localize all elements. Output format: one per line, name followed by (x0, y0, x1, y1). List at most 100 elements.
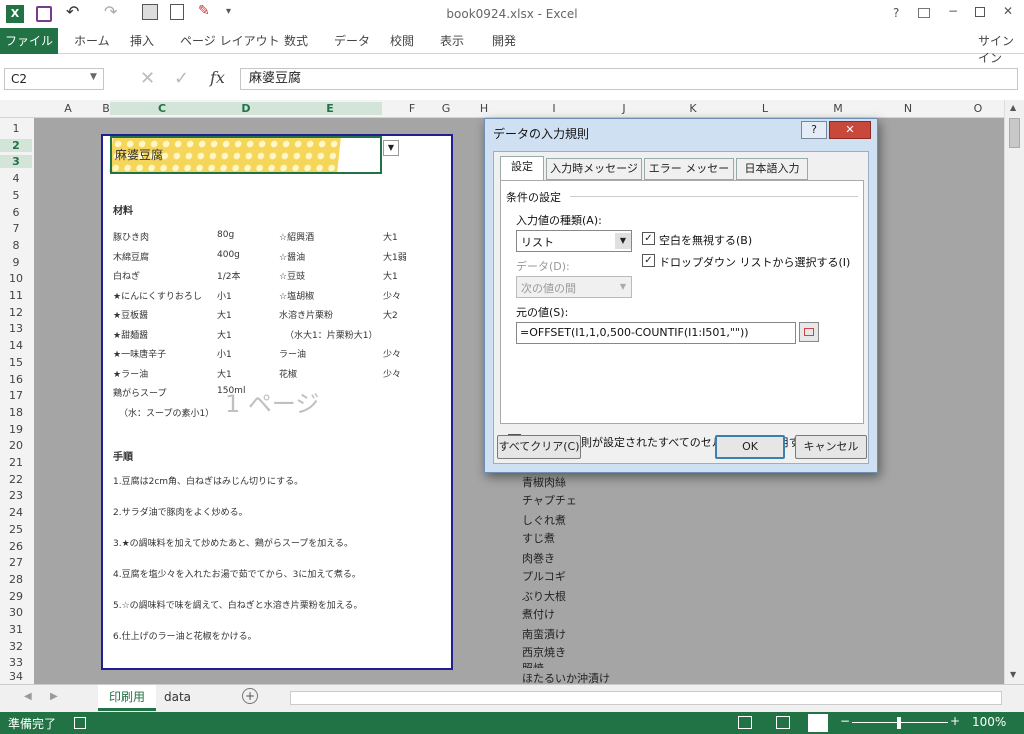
row-header[interactable]: 24 (0, 506, 32, 519)
row-header[interactable]: 23 (0, 489, 32, 502)
macro-record-icon[interactable] (74, 717, 86, 729)
row-header[interactable]: 34 (0, 670, 32, 683)
column-header[interactable]: I (546, 102, 562, 115)
row-header[interactable]: 9 (0, 256, 32, 269)
ok-button[interactable]: OK (715, 435, 785, 459)
row-header[interactable]: 20 (0, 439, 32, 452)
row-header[interactable]: 15 (0, 356, 32, 369)
sheet-tab-data[interactable]: data (164, 690, 191, 704)
column-header[interactable]: H (476, 102, 492, 115)
maximize-button[interactable] (975, 7, 985, 17)
horizontal-scrollbar[interactable] (290, 691, 1002, 705)
list-item[interactable]: 青椒肉絲 (522, 474, 566, 490)
dialog-help-button[interactable]: ? (801, 121, 827, 139)
scroll-up-icon[interactable]: ▲ (1010, 103, 1016, 112)
list-item[interactable]: チャプチェ (522, 492, 577, 508)
scroll-down-icon[interactable]: ▼ (1010, 670, 1016, 679)
row-header[interactable]: 25 (0, 523, 32, 536)
list-item[interactable]: しぐれ煮 (522, 512, 566, 528)
dialog-close-button[interactable]: ✕ (829, 121, 871, 139)
sheet-tab-print[interactable]: 印刷用 (98, 685, 156, 711)
row-header[interactable]: 14 (0, 339, 32, 352)
column-header[interactable]: D (214, 102, 278, 115)
row-header[interactable]: 13 (0, 322, 32, 335)
row-header[interactable]: 16 (0, 373, 32, 386)
prev-sheet-icon[interactable]: ◀ (24, 691, 32, 702)
row-header[interactable]: 28 (0, 573, 32, 586)
cancel-button[interactable]: キャンセル (795, 435, 867, 459)
row-header[interactable]: 29 (0, 590, 32, 603)
list-item[interactable]: 肉巻き (522, 550, 555, 566)
row-header[interactable]: 33 (0, 656, 32, 669)
column-header[interactable]: A (60, 102, 76, 115)
column-header[interactable]: K (685, 102, 701, 115)
page-layout-view-icon[interactable] (776, 716, 790, 729)
row-header[interactable]: 27 (0, 556, 32, 569)
tab-page-layout[interactable]: ページ レイアウト (180, 32, 280, 49)
insert-function-icon[interactable]: fx (210, 68, 225, 87)
signin-link[interactable]: サインイン (978, 32, 1024, 66)
column-header[interactable]: F (404, 102, 420, 115)
confirm-entry-icon[interactable]: ✓ (174, 68, 189, 89)
row-header[interactable]: 31 (0, 623, 32, 636)
print-page[interactable]: 麻婆豆腐 ▼ 材料 豚ひき肉 80g ☆紹興酒 大1 木綿豆腐 400g ☆醤油 大1弱 白ねぎ… (101, 134, 453, 670)
namebox-dropdown-icon[interactable]: ▼ (90, 72, 97, 82)
row-header[interactable]: 1 (0, 122, 32, 135)
row-header[interactable]: 12 (0, 306, 32, 319)
row-header[interactable]: 19 (0, 423, 32, 436)
row-header[interactable]: 10 (0, 272, 32, 285)
scroll-thumb[interactable] (1009, 118, 1020, 148)
row-header[interactable]: 4 (0, 172, 32, 185)
type-select[interactable]: リスト ▼ (516, 230, 632, 252)
column-header[interactable]: J (616, 102, 632, 115)
source-input[interactable]: =OFFSET(I1,1,0,500-COUNTIF(I1:I501,"")) (516, 322, 796, 344)
row-header[interactable]: 26 (0, 540, 32, 553)
chevron-down-icon[interactable]: ▼ (615, 233, 631, 249)
row-header[interactable]: 11 (0, 289, 32, 302)
zoom-level[interactable]: 100% (972, 715, 1006, 729)
row-header[interactable]: 21 (0, 456, 32, 469)
row-header[interactable]: 17 (0, 389, 32, 402)
row-header[interactable]: 2 (0, 138, 32, 152)
ignore-blank-checkbox[interactable]: ✓ (642, 232, 655, 245)
minimize-button[interactable]: − (948, 4, 958, 18)
tab-error-message[interactable]: エラー メッセージ (644, 158, 734, 195)
row-header[interactable]: 22 (0, 473, 32, 486)
list-item[interactable]: すじ煮 (522, 530, 555, 546)
tab-formulas[interactable]: 数式 (284, 32, 308, 49)
list-item[interactable]: 煮付け (522, 606, 555, 622)
list-item[interactable]: 西京焼き (522, 644, 566, 660)
column-header[interactable]: L (757, 102, 773, 115)
column-header[interactable]: O (970, 102, 986, 115)
column-header[interactable]: M (830, 102, 846, 115)
column-header[interactable]: C (110, 102, 214, 115)
list-item[interactable]: プルコギ (522, 568, 566, 584)
zoom-out-icon[interactable]: − (840, 714, 850, 728)
tab-view[interactable]: 表示 (440, 32, 464, 49)
cell-dropdown-button[interactable]: ▼ (383, 140, 399, 156)
vertical-scrollbar[interactable]: ▲ ▼ (1004, 100, 1024, 684)
row-header[interactable]: 3 (0, 155, 32, 169)
tab-home[interactable]: ホーム (74, 32, 110, 49)
page-break-view-icon[interactable] (808, 714, 828, 732)
tab-input-message[interactable]: 入力時メッセージ (546, 158, 642, 180)
row-header[interactable]: 30 (0, 606, 32, 619)
help-button[interactable]: ? (893, 6, 899, 20)
row-header[interactable]: 32 (0, 640, 32, 653)
zoom-in-icon[interactable]: + (950, 714, 960, 728)
formula-input[interactable]: 麻婆豆腐 (240, 68, 1018, 90)
tab-data[interactable]: データ (334, 32, 370, 49)
row-header[interactable]: 5 (0, 189, 32, 202)
tab-review[interactable]: 校閲 (390, 32, 414, 49)
zoom-slider-thumb[interactable] (897, 717, 901, 729)
row-header[interactable]: 6 (0, 206, 32, 219)
row-header[interactable]: 8 (0, 239, 32, 252)
column-header[interactable]: G (438, 102, 454, 115)
normal-view-icon[interactable] (738, 716, 752, 729)
cancel-entry-icon[interactable]: ✕ (140, 68, 155, 89)
list-item[interactable]: ぶり大根 (522, 588, 566, 604)
list-item[interactable]: 照焼 (522, 660, 544, 668)
dropdown-checkbox[interactable]: ✓ (642, 254, 655, 267)
list-item[interactable]: 南蛮漬け (522, 626, 566, 642)
row-header[interactable]: 18 (0, 406, 32, 419)
